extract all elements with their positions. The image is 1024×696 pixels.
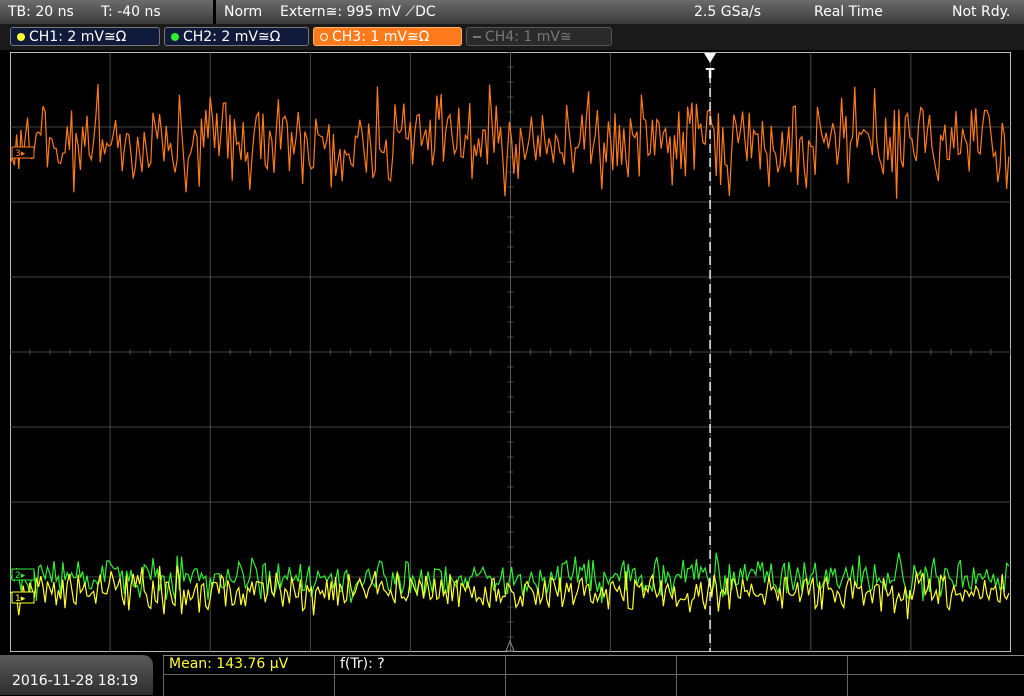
channel-4-label: CH4: 1 mV≅ [485,29,572,45]
waveform-traces [10,83,1010,620]
graticule [10,52,1011,652]
channel-1-label: CH1: 2 mV≅Ω [29,29,127,45]
channel-2-offset-marker[interactable]: 2▸ [11,568,35,581]
datetime-readout: 2016-11-28 18:19 [12,673,139,689]
measurement-cell-divider [334,656,335,696]
channel-1-offset-marker[interactable]: 1▸ [11,591,35,604]
channel-1-offset-label: 1▸ [15,594,26,604]
trigger-position-icon[interactable] [704,53,716,63]
measurement-cell-divider [505,656,506,696]
trigger-mode[interactable]: Norm [224,0,262,24]
waveform-plot[interactable]: T 3▸ 2▸ 1▸ [10,52,1011,652]
measurement-mean[interactable]: Mean: 143.76 µV [169,656,288,673]
measurement-divider [163,674,1024,675]
footer-bar: 2016-11-28 18:19 Mean: 143.76 µV f(Tr): … [0,655,1024,696]
channel-4-indicator-icon [473,36,481,38]
channel-2-indicator-icon [171,33,179,41]
status-bar: TB: 20 ns T: -40 ns Norm Extern≅: 995 mV… [0,0,1024,25]
acquisition-mode: Real Time [814,4,883,20]
measurement-frequency[interactable]: f(Tr): ? [340,656,385,673]
measurement-cell-divider [676,656,677,696]
measurement-table[interactable]: Mean: 143.76 µV f(Tr): ? [163,655,1024,696]
horizontal-settings[interactable]: TB: 20 ns T: -40 ns [0,0,213,25]
acquisition-settings[interactable]: Norm Extern≅: 995 mV ⟋DC 2.5 GSa/s Real … [216,0,1024,24]
channel-1-indicator-icon [17,33,25,41]
channel-3-label: CH3: 1 mV≅Ω [332,29,430,45]
channel-1-waveform [10,565,1010,620]
channel-3-waveform [10,83,1010,199]
channel-1-tab[interactable]: CH1: 2 mV≅Ω [10,27,160,46]
measurement-cell-divider [163,656,164,696]
channel-2-label: CH2: 2 mV≅Ω [183,29,281,45]
channel-3-offset-label: 3▸ [15,149,26,159]
sample-rate: 2.5 GSa/s [694,4,762,20]
run-state: Not Rdy. [952,4,1011,20]
measurement-cell-divider [847,656,848,696]
trigger-time-readout[interactable]: T: -40 ns [101,0,161,24]
timebase-readout[interactable]: TB: 20 ns [8,0,74,24]
trigger-source[interactable]: Extern≅: 995 mV ⟋DC [280,0,436,24]
channel-2-tab[interactable]: CH2: 2 mV≅Ω [164,27,309,46]
channel-tab-row: CH1: 2 mV≅Ω CH2: 2 mV≅Ω CH3: 1 mV≅Ω CH4:… [0,24,1024,50]
channel-2-waveform [10,552,1010,604]
channel-4-tab[interactable]: CH4: 1 mV≅ [466,27,612,46]
channel-3-offset-marker[interactable]: 3▸ [11,146,35,159]
trigger-marker-label: T [706,67,715,82]
datetime-panel: 2016-11-28 18:19 [0,655,153,695]
channel-3-tab[interactable]: CH3: 1 mV≅Ω [313,27,462,46]
channel-3-indicator-icon [320,33,328,41]
channel-2-offset-label: 2▸ [15,571,26,581]
